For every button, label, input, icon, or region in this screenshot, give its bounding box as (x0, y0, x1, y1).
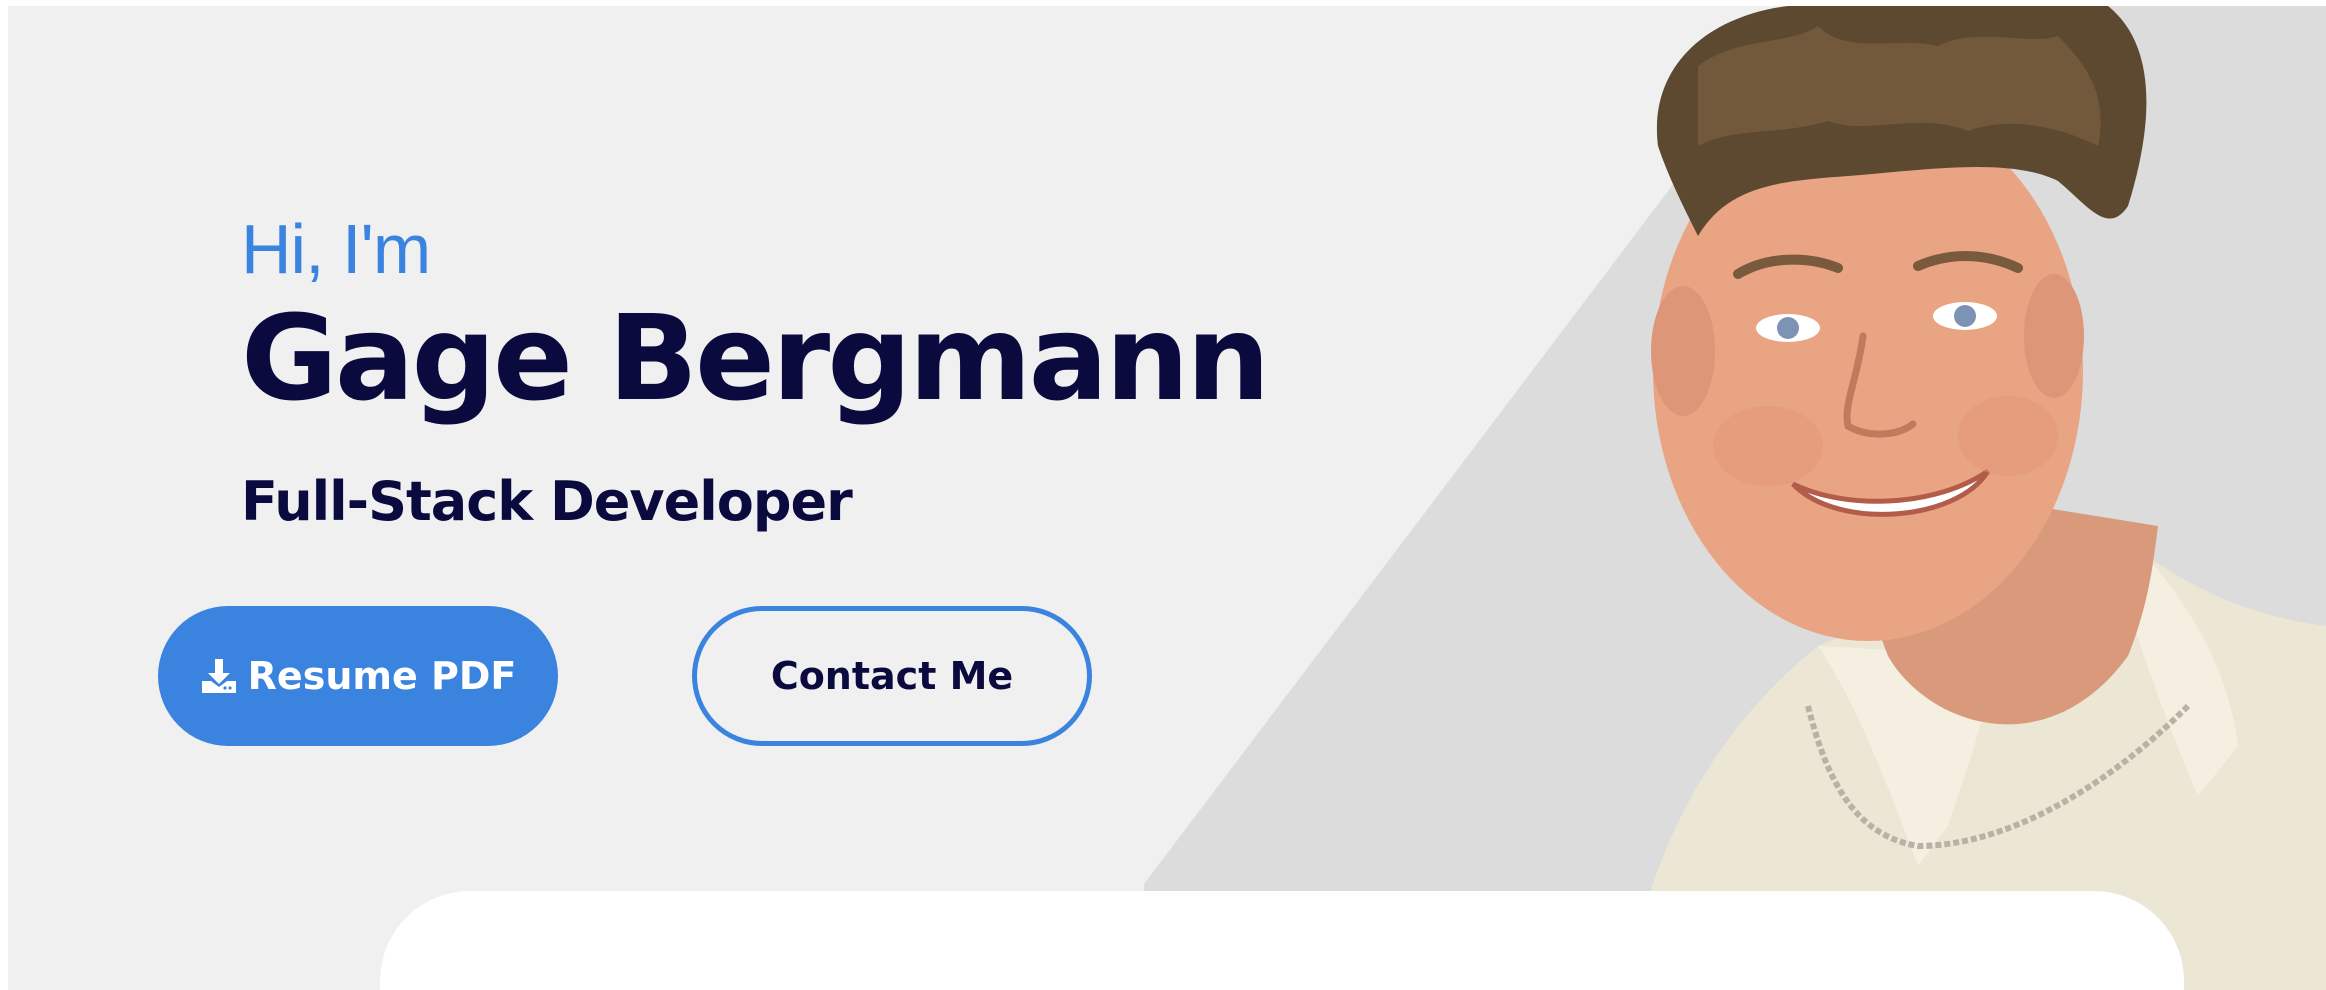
contact-me-button[interactable]: Contact Me (692, 606, 1092, 746)
contact-me-label: Contact Me (770, 654, 1014, 698)
content-card (380, 891, 2184, 990)
portrait-photo (1628, 6, 2326, 990)
hero-role: Full-Stack Developer (241, 470, 853, 533)
hero-section: Hi, I'm Gage Bergmann Full-Stack Develop… (8, 6, 2326, 990)
download-icon (200, 657, 238, 695)
resume-pdf-button[interactable]: Resume PDF (158, 606, 558, 746)
greeting-text: Hi, I'm (241, 210, 431, 288)
hero-name: Gage Bergmann (241, 289, 1270, 427)
resume-pdf-label: Resume PDF (247, 654, 517, 698)
